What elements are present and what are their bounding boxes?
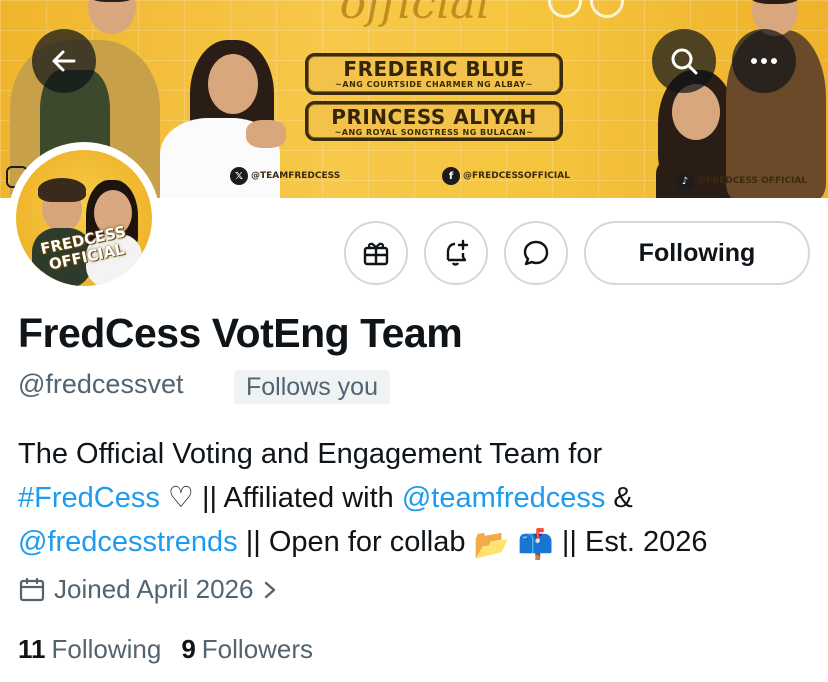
display-name: FredCess VotEng Team [18,310,463,356]
bio-text: || Est. 2026 [553,526,708,558]
profile-bio: The Official Voting and Engagement Team … [18,432,818,567]
search-icon [671,48,698,75]
more-icon [751,58,777,64]
hashtag-link[interactable]: #FredCess [18,482,160,514]
bio-text: ♡ || Affiliated with [159,482,402,514]
bio-text: || Open for collab [237,526,474,558]
mention-link[interactable]: @fredcesstrends [18,526,238,558]
banner-social-label: @FREDCESS OFFICIAL [697,176,808,186]
follows-you-badge: Follows you [234,370,390,404]
message-button[interactable] [504,221,568,285]
banner-plate-tagline: ~ANG COURTSIDE CHARMER NG ALBAY~ [335,80,533,89]
banner-name-plate: FREDERIC BLUE ~ANG COURTSIDE CHARMER NG … [305,53,563,95]
joined-date[interactable]: Joined April 2026 [18,574,279,605]
joined-label: Joined April 2026 [54,574,254,604]
follow-stats: 11 Following 9 Followers [18,634,313,665]
following-button[interactable]: Following [584,221,810,285]
avatar-image: FREDCESS OFFICIAL [16,150,152,286]
bio-text: The Official Voting and Engagement Team … [18,438,603,470]
calendar-icon [19,577,45,601]
banner-plate-name: FREDERIC BLUE [343,57,525,81]
notification-button[interactable] [424,221,488,285]
followers-count: 9 [181,634,196,664]
tiktok-logo-icon: ♪ [676,172,694,190]
mention-link[interactable]: @teamfredcess [402,482,606,514]
back-arrow-icon [52,50,76,72]
bio-text: & [605,482,633,514]
chevron-right-icon [265,581,276,598]
message-icon [523,240,549,266]
banner-plate-name: PRINCESS ALIYAH [331,105,537,129]
banner-social-facebook: f @FREDCESSOFFICIAL [442,167,570,185]
banner-social-label: @TEAMFREDCESS [251,171,341,181]
banner-social-x: 𝕏 @TEAMFREDCESS [230,167,340,185]
x-logo-icon: 𝕏 [230,167,248,185]
back-button[interactable] [32,29,96,93]
followers-count-link[interactable]: 9 Followers [181,634,313,665]
facebook-logo-icon: f [442,167,460,185]
gift-button[interactable] [344,221,408,285]
profile-avatar[interactable]: FREDCESS OFFICIAL [8,142,160,294]
notification-bell-icon [446,239,469,266]
banner-plate-tagline: ~ANG ROYAL SONGTRESS NG BULACAN~ [334,128,534,137]
banner-social-tiktok: ♪ @FREDCESS OFFICIAL [676,172,807,190]
gift-icon [363,242,389,266]
followers-label: Followers [201,634,314,664]
following-count-link[interactable]: 11 Following [18,634,161,665]
banner-name-plate: PRINCESS ALIYAH ~ANG ROYAL SONGTRESS NG … [305,101,563,141]
search-button[interactable] [652,29,716,93]
folder-mailbox-emoji: 📂 📫 [473,529,554,561]
following-count: 11 [18,634,46,664]
banner-social-label: @FREDCESSOFFICIAL [463,171,570,181]
banner-script-title: official [339,0,491,29]
user-handle: @fredcessvet [18,369,184,399]
more-options-button[interactable] [732,29,796,93]
following-label: Following [51,634,162,664]
